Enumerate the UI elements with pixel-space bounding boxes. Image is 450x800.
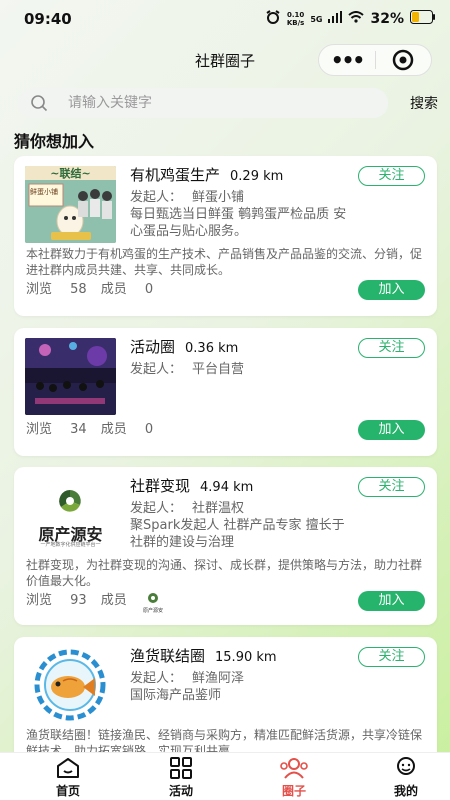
- join-button[interactable]: 加入: [358, 591, 425, 611]
- speed-value: 0.10: [286, 11, 305, 19]
- views-count: 58: [70, 282, 87, 297]
- owner-bio: 聚Spark发起人 社群产品专家 擅长于社群的建设与治理: [130, 518, 345, 550]
- owner-name: 社群温权: [192, 501, 245, 516]
- community-card[interactable]: 活动圈 0.36 km 关注 发起人： 平台自营 浏览 34 成员 0 加入: [14, 328, 437, 456]
- community-thumbnail: [25, 338, 116, 415]
- network-type: 5G: [310, 14, 323, 24]
- community-distance: 4.94 km: [200, 480, 254, 495]
- member-avatar: 原产源安: [142, 589, 164, 614]
- tab-community[interactable]: 圈子: [254, 757, 334, 799]
- members-count: 0: [144, 422, 154, 437]
- mini-program-capsule: •••: [318, 44, 432, 76]
- follow-button[interactable]: 关注: [358, 338, 425, 358]
- tab-label: 我的: [393, 784, 418, 798]
- community-card[interactable]: 渔货联结圈 15.90 km 关注 发起人： 鲜渔阿泽 国际海产品鉴师 渔货联结圈！…: [14, 637, 437, 767]
- owner-bio: 国际海产品鉴师: [130, 688, 222, 703]
- search-button[interactable]: 搜索: [410, 93, 438, 113]
- community-name: 社群变现: [130, 477, 191, 495]
- owner-bio: 每日甄选当日鲜蛋 鹌鹑蛋严检品质 安心蛋品与贴心服务。: [130, 207, 347, 239]
- signal-icon: [328, 11, 343, 27]
- views-label: 浏览: [26, 282, 53, 297]
- owner-row: 发起人： 社群温权: [130, 497, 244, 516]
- community-description: 本社群致力于有机鸡蛋的生产技术、产品销售及产品品鉴的交流、分销，促进社群内成员共…: [26, 247, 423, 277]
- status-time: 09:40: [24, 10, 72, 28]
- views-count: 93: [70, 593, 87, 608]
- follow-button[interactable]: 关注: [358, 647, 425, 667]
- search-icon: [30, 94, 48, 116]
- logo-subtitle: 一产地数字化供应链平台一: [40, 542, 101, 548]
- follow-button[interactable]: 关注: [358, 166, 425, 186]
- community-stats: 浏览 34 成员 0: [26, 418, 153, 437]
- bottom-tab-bar: 首页 活动 圈子 我的: [0, 752, 450, 800]
- community-distance: 15.90 km: [215, 650, 277, 665]
- community-name: 活动圈: [130, 338, 176, 356]
- search-row: 搜索: [18, 88, 438, 118]
- members-label: 成员: [100, 422, 127, 437]
- section-title: 猜你想加入: [14, 132, 95, 151]
- owner-name: 平台自营: [192, 362, 245, 377]
- community-logo: 原产源安 一产地数字化供应链平台一: [25, 477, 116, 554]
- owner-label: 发起人：: [130, 190, 183, 205]
- community-icon: [279, 758, 309, 782]
- search-input[interactable]: [68, 88, 368, 118]
- members-label: 成员: [100, 593, 127, 608]
- community-thumbnail: ~联结~ 鲜蛋小铺: [25, 166, 116, 243]
- owner-label: 发起人：: [130, 362, 183, 377]
- community-description: 社群变现，为社群变现的沟通、探讨、成长群，提供策略与方法，助力社群价值最大化。: [26, 558, 423, 588]
- member-avatar-label: 原产源安: [142, 608, 163, 614]
- profile-icon: [394, 757, 418, 782]
- owner-label: 发起人：: [130, 671, 183, 686]
- community-name: 渔货联结圈: [130, 647, 206, 665]
- tab-home[interactable]: 首页: [28, 757, 108, 799]
- close-miniprogram-icon[interactable]: [376, 49, 431, 71]
- thumbnail-caption: ~联结~: [50, 167, 91, 180]
- community-name-row: 渔货联结圈 15.90 km: [130, 645, 277, 666]
- thumbnail-sign: 鲜蛋小铺: [30, 188, 58, 196]
- owner-name: 鲜渔阿泽: [192, 671, 245, 686]
- community-card[interactable]: 原产源安 一产地数字化供应链平台一 社群变现 4.94 km 关注 发起人： 社群温…: [14, 467, 437, 625]
- community-distance: 0.36 km: [185, 341, 239, 356]
- follow-button[interactable]: 关注: [358, 477, 425, 497]
- tab-profile[interactable]: 我的: [366, 757, 446, 799]
- speed-unit: KB/s: [286, 19, 305, 27]
- community-card[interactable]: ~联结~ 鲜蛋小铺 有机鸡蛋生产 0.29 km 关注 发起人： 鲜蛋小铺 每日甄选…: [14, 156, 437, 316]
- battery-percent: 32%: [370, 11, 404, 27]
- wifi-icon: [348, 11, 365, 27]
- members-count: 0: [144, 282, 154, 297]
- views-count: 34: [70, 422, 87, 437]
- status-bar: 09:40 0.10 KB/s 5G 32%: [0, 0, 450, 40]
- views-label: 浏览: [26, 422, 53, 437]
- community-name-row: 社群变现 4.94 km: [130, 475, 253, 496]
- more-icon[interactable]: •••: [319, 50, 375, 70]
- title-bar: 社群圈子 •••: [0, 40, 450, 80]
- join-button[interactable]: 加入: [358, 420, 425, 440]
- community-stats: 浏览 93成员 1: [26, 589, 153, 608]
- join-button[interactable]: 加入: [358, 280, 425, 300]
- network-speed: 0.10 KB/s: [287, 11, 304, 27]
- tab-label: 活动: [168, 784, 193, 798]
- members-label: 成员: [100, 282, 127, 297]
- community-name-row: 有机鸡蛋生产 0.29 km: [130, 164, 283, 185]
- owner-label: 发起人：: [130, 501, 183, 516]
- owner-row: 发起人： 鲜蛋小铺: [130, 186, 244, 205]
- owner-row: 发起人： 平台自营: [130, 358, 244, 377]
- alarm-icon: [265, 10, 281, 28]
- community-name-row: 活动圈 0.36 km: [130, 336, 238, 357]
- tab-label: 圈子: [281, 784, 306, 798]
- community-thumbnail: [25, 647, 116, 724]
- search-box: [18, 88, 388, 118]
- battery-icon: [410, 10, 436, 28]
- views-label: 浏览: [26, 593, 53, 608]
- tab-activity[interactable]: 活动: [141, 757, 221, 799]
- grid-icon: [169, 757, 193, 782]
- community-stats: 浏览 58 成员 0: [26, 278, 153, 297]
- owner-name: 鲜蛋小铺: [192, 190, 245, 205]
- owner-row: 发起人： 鲜渔阿泽: [130, 667, 244, 686]
- community-name: 有机鸡蛋生产: [130, 166, 221, 184]
- status-icons: 0.10 KB/s 5G 32%: [265, 10, 436, 28]
- tab-label: 首页: [55, 784, 80, 798]
- community-distance: 0.29 km: [230, 169, 284, 184]
- home-icon: [55, 758, 81, 782]
